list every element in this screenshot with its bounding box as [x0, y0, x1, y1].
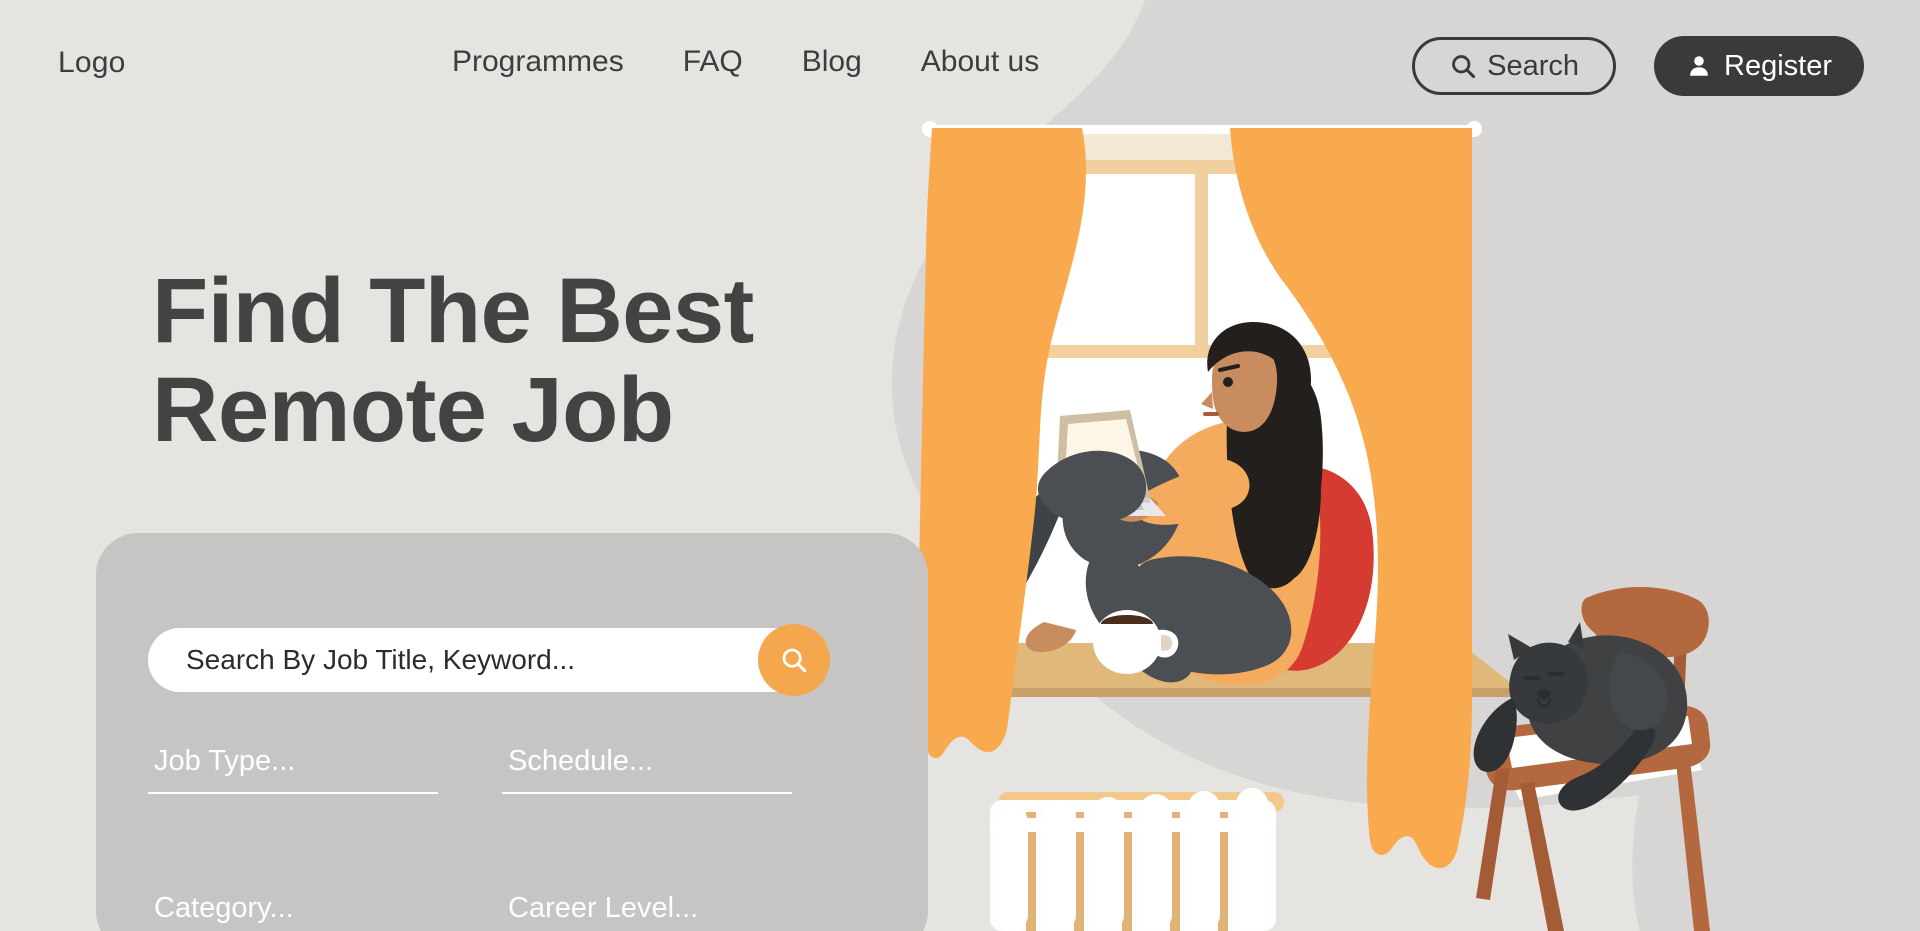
nav-links: Programmes FAQ Blog About us	[452, 44, 1039, 80]
schedule-select[interactable]	[502, 745, 792, 794]
job-search-panel	[96, 533, 928, 931]
nav-item-faq[interactable]: FAQ	[683, 44, 743, 80]
user-icon	[1690, 56, 1708, 76]
logo[interactable]: Logo	[58, 46, 126, 80]
category-select[interactable]	[148, 892, 438, 931]
register-button-label: Register	[1724, 49, 1832, 82]
headline-line-2: Remote Job	[152, 359, 674, 462]
nav-actions: Search Register	[1412, 36, 1864, 96]
filter-fields	[148, 745, 848, 931]
headline-line-1: Find The Best	[152, 260, 754, 362]
career-level-select[interactable]	[502, 892, 792, 931]
search-icon	[782, 648, 807, 673]
hero-illustration	[919, 121, 1711, 931]
register-button[interactable]: Register	[1654, 36, 1864, 96]
nav-item-programmes[interactable]: Programmes	[452, 44, 624, 80]
search-icon	[1452, 55, 1476, 79]
nav-item-about-us[interactable]: About us	[921, 44, 1039, 80]
main-navigation: Logo Programmes FAQ Blog About us Search	[0, 0, 1920, 120]
page-title: Find The Best Remote Job	[152, 260, 872, 462]
landing-page: Logo Programmes FAQ Blog About us Search	[0, 0, 1920, 931]
job-type-select[interactable]	[148, 745, 438, 794]
nav-item-blog[interactable]: Blog	[802, 44, 862, 80]
search-input[interactable]	[148, 644, 812, 676]
search-button-label: Search	[1487, 49, 1579, 82]
keyword-search-bar	[148, 624, 830, 696]
search-submit-button[interactable]	[758, 624, 830, 696]
search-button[interactable]: Search	[1412, 37, 1616, 95]
